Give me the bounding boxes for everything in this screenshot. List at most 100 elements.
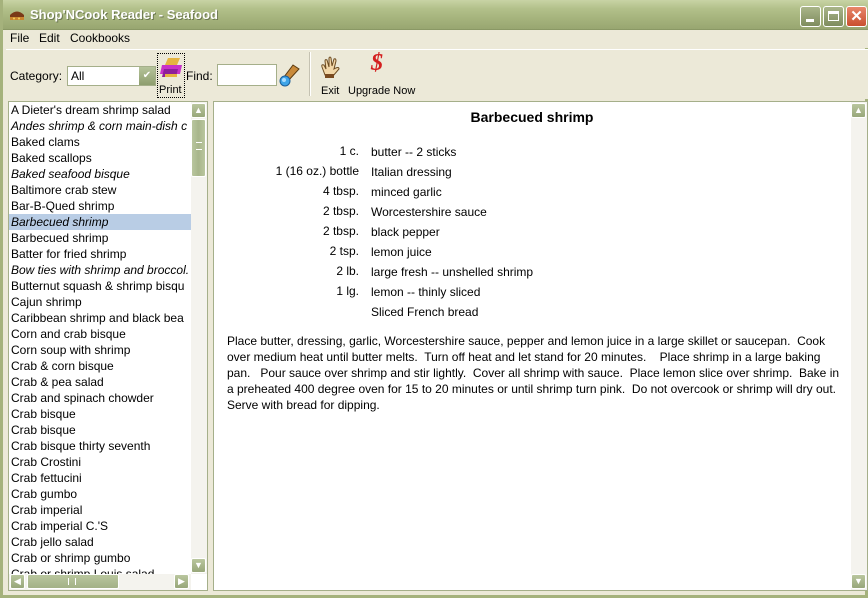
toolbar-separator — [309, 52, 311, 96]
ingredient-quantity: 2 tbsp. — [322, 204, 359, 218]
ingredient-row: 1 c. butter -- 2 sticks — [214, 144, 814, 164]
recipe-list-item[interactable]: Baked clams — [9, 134, 191, 150]
chevron-right-icon: ▶ — [178, 576, 185, 586]
ingredient-row: 2 tbsp. Worcestershire sauce — [214, 204, 814, 224]
minimize-icon — [806, 19, 814, 22]
chevron-left-icon: ◀ — [14, 576, 21, 586]
recipe-list-item[interactable]: Crab & pea salad — [9, 374, 191, 390]
ingredient-name: Sliced French bread — [371, 305, 479, 319]
exit-button[interactable]: Exit — [315, 52, 345, 98]
recipe-list-item[interactable]: Crab & corn bisque — [9, 358, 191, 374]
recipe-list-item[interactable]: Barbecued shrimp — [9, 214, 191, 230]
title-bar[interactable]: Shop'NCook Reader - Seafood ✕ — [3, 0, 868, 30]
recipe-list-item[interactable]: Crab imperial — [9, 502, 191, 518]
toolbar: Category: All ✔ Print Find: Exit $ Upgra… — [6, 49, 868, 99]
app-window: Shop'NCook Reader - Seafood ✕ File Edit … — [0, 0, 868, 598]
chevron-down-icon: ▼ — [194, 560, 203, 570]
ingredient-row: 2 tsp. lemon juice — [214, 244, 814, 264]
recipe-list-item[interactable]: Baked seafood bisque — [9, 166, 191, 182]
recipe-list-items: A Dieter's dream shrimp salad Andes shrim… — [9, 102, 191, 574]
print-button[interactable]: Print — [157, 53, 185, 98]
close-button[interactable]: ✕ — [846, 6, 867, 27]
recipe-list-item[interactable]: Bar-B-Qued shrimp — [9, 198, 191, 214]
recipe-list-item[interactable]: Butternut squash & shrimp bisqu — [9, 278, 191, 294]
scroll-left-button[interactable]: ◀ — [10, 574, 25, 589]
recipe-list-item[interactable]: Bow ties with shrimp and broccol. — [9, 262, 191, 278]
minimize-button[interactable] — [800, 6, 821, 27]
recipe-list-item[interactable]: Cajun shrimp — [9, 294, 191, 310]
chevron-down-icon[interactable]: ✔ — [138, 67, 155, 85]
ingredient-row: 2 tbsp. black pepper — [214, 224, 814, 244]
recipe-list-item[interactable]: Barbecued shrimp — [9, 230, 191, 246]
recipe-vertical-scrollbar[interactable]: ▲ ▼ — [851, 102, 867, 590]
category-label: Category: — [10, 69, 63, 83]
recipe-list-item[interactable]: Batter for fried shrimp — [9, 246, 191, 262]
find-label: Find: — [186, 69, 213, 83]
recipe-list-item[interactable]: Crab bisque — [9, 422, 191, 438]
recipe-list-item[interactable]: A Dieter's dream shrimp salad — [9, 102, 191, 118]
find-input[interactable] — [217, 64, 277, 86]
ingredient-name: lemon -- thinly sliced — [371, 285, 481, 299]
recipe-list-item[interactable]: Crab or shrimp Louis salad — [9, 566, 191, 574]
recipe-list-item[interactable]: Crab and spinach chowder — [9, 390, 191, 406]
close-icon: ✕ — [850, 8, 863, 25]
recipe-list-item[interactable]: Crab Crostini — [9, 454, 191, 470]
ingredient-quantity: 4 tbsp. — [322, 184, 359, 198]
scroll-down-button[interactable]: ▼ — [191, 558, 206, 573]
ingredient-row: Sliced French bread — [214, 304, 814, 324]
recipe-list-item[interactable]: Corn and crab bisque — [9, 326, 191, 342]
menu-file[interactable]: File — [10, 31, 29, 45]
recipe-list-horizontal-scrollbar[interactable]: ◀ ▶ — [9, 574, 191, 590]
ingredient-quantity: 2 lb. — [336, 264, 359, 278]
recipe-list-item[interactable]: Baked scallops — [9, 150, 191, 166]
ingredient-quantity: 1 (16 oz.) bottle — [275, 164, 359, 178]
ingredient-name: minced garlic — [371, 185, 442, 199]
printer-icon — [160, 58, 182, 77]
recipe-list-item[interactable]: Crab or shrimp gumbo — [9, 550, 191, 566]
scroll-right-button[interactable]: ▶ — [174, 574, 189, 589]
recipe-directions: Place butter, dressing, garlic, Worceste… — [227, 334, 843, 412]
recipe-list-item[interactable]: Crab fettucini — [9, 470, 191, 486]
dollar-sign-icon: $ — [371, 50, 383, 76]
scroll-up-button[interactable]: ▲ — [191, 103, 206, 118]
horizontal-scroll-thumb[interactable] — [27, 574, 119, 589]
ingredient-row: 1 (16 oz.) bottle Italian dressing — [214, 164, 814, 184]
grip-icon — [68, 578, 76, 585]
ingredient-name: butter -- 2 sticks — [371, 145, 457, 159]
recipe-list: A Dieter's dream shrimp salad Andes shrim… — [8, 101, 208, 591]
recipe-list-item[interactable]: Crab imperial C.'S — [9, 518, 191, 534]
category-value: All — [71, 69, 85, 83]
recipe-list-vertical-scrollbar[interactable]: ▲ ▼ — [191, 102, 207, 574]
recipe-list-item[interactable]: Andes shrimp & corn main-dish c — [9, 118, 191, 134]
flashlight-icon[interactable] — [279, 64, 301, 88]
ingredient-name: Worcestershire sauce — [371, 205, 487, 219]
waving-hand-icon — [321, 56, 340, 78]
ingredient-name: lemon juice — [371, 245, 432, 259]
scroll-thumb[interactable] — [191, 119, 206, 177]
grip-icon — [196, 142, 202, 150]
recipe-list-item[interactable]: Caribbean shrimp and black bea — [9, 310, 191, 326]
recipe-list-item[interactable]: Crab bisque thirty seventh — [9, 438, 191, 454]
exit-label: Exit — [321, 85, 340, 97]
maximize-button[interactable] — [823, 6, 844, 27]
recipe-list-item[interactable]: Crab gumbo — [9, 486, 191, 502]
chevron-down-icon: ▼ — [854, 576, 863, 586]
category-select[interactable]: All ✔ — [67, 66, 156, 86]
scroll-up-button[interactable]: ▲ — [851, 103, 866, 118]
menu-bar: File Edit Cookbooks — [3, 30, 868, 48]
ingredient-quantity: 2 tbsp. — [322, 224, 359, 238]
recipe-list-item[interactable]: Corn soup with shrimp — [9, 342, 191, 358]
recipe-list-item[interactable]: Baltimore crab stew — [9, 182, 191, 198]
print-label: Print — [159, 84, 182, 96]
scroll-down-button[interactable]: ▼ — [851, 574, 866, 589]
ingredient-row: 1 lg. lemon -- thinly sliced — [214, 284, 814, 304]
ingredient-quantity: 2 tsp. — [329, 244, 359, 258]
upgrade-now-button[interactable]: $ Upgrade Now — [345, 50, 417, 98]
menu-cookbooks[interactable]: Cookbooks — [70, 31, 130, 45]
recipe-list-item[interactable]: Crab bisque — [9, 406, 191, 422]
recipe-detail: Barbecued shrimp 1 c. butter -- 2 sticks 1… — [213, 101, 868, 591]
ingredient-quantity: 1 lg. — [336, 284, 359, 298]
recipe-title: Barbecued shrimp — [470, 109, 594, 125]
menu-edit[interactable]: Edit — [39, 31, 60, 45]
recipe-list-item[interactable]: Crab jello salad — [9, 534, 191, 550]
